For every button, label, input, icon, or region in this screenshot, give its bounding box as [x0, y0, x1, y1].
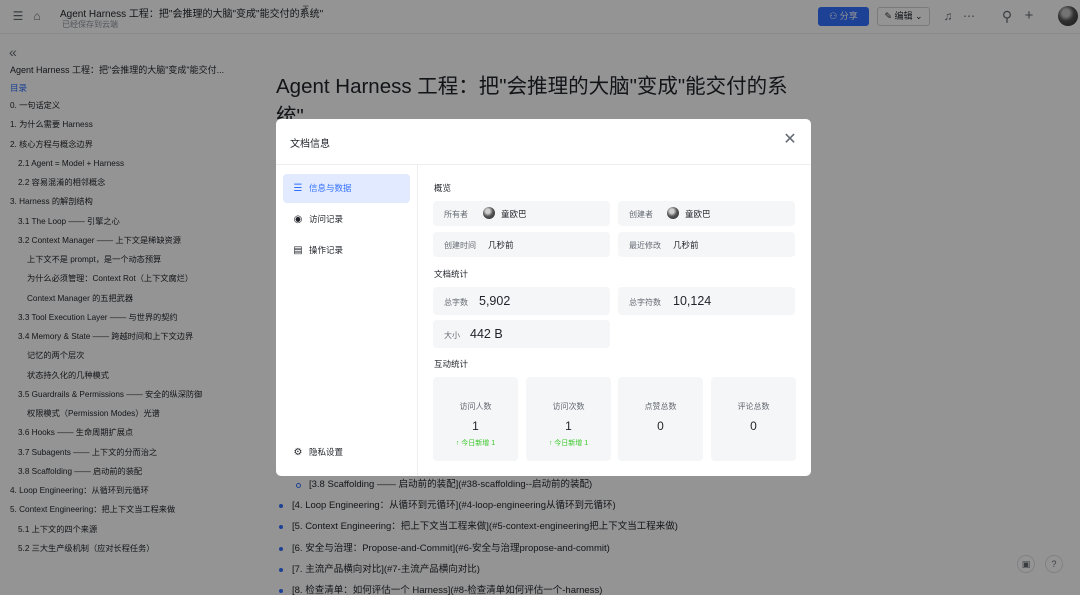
stat-today-delta: ↑ 今日新增 1: [548, 440, 589, 447]
stat-value: 0: [750, 419, 757, 433]
word-count-card: 总字数 5,902: [433, 287, 610, 315]
dialog-title: 文档信息: [290, 139, 330, 150]
word-count-label: 总字数: [444, 298, 468, 307]
size-label: 大小: [444, 331, 460, 340]
stat-label: 评论总数: [737, 402, 770, 411]
char-count-value: 10,124: [673, 294, 712, 308]
eye-icon: ◉: [293, 214, 303, 225]
stat-label: 点赞总数: [644, 402, 677, 411]
doc-info-dialog: 文档信息 ✕ ☰ 信息与数据 ◉ 访问记录 ▤ 操作记录 ⚙ 隐私设置 概览 所有者 童…: [276, 119, 811, 476]
owner-avatar[interactable]: [483, 207, 495, 219]
creator-label: 创建者: [629, 210, 653, 219]
stat-card-visits: 访问次数 1 ↑ 今日新增 1: [526, 377, 611, 461]
doc-stats-title: 文档统计: [434, 269, 469, 279]
stat-value: 1: [472, 419, 479, 433]
stat-card-comments: 评论总数 0: [711, 377, 796, 461]
dialog-nav: ☰ 信息与数据 ◉ 访问记录 ▤ 操作记录 ⚙ 隐私设置: [276, 165, 418, 476]
char-count-card: 总字符数 10,124: [618, 287, 795, 315]
size-card: 大小 442 B: [433, 320, 610, 348]
stat-today-delta: ↑ 今日新增 1: [455, 440, 496, 447]
stat-card-likes: 点赞总数 0: [618, 377, 703, 461]
creator-card: 创建者 童欧巴: [618, 201, 795, 226]
dialog-header: 文档信息 ✕: [276, 119, 811, 165]
stat-label: 访问次数: [552, 402, 585, 411]
close-icon[interactable]: ✕: [781, 131, 799, 149]
modified-time-value: 几秒前: [673, 240, 699, 250]
stat-card-visitors: 访问人数 1 ↑ 今日新增 1: [433, 377, 518, 461]
creator-name[interactable]: 童欧巴: [685, 208, 711, 220]
created-time-card: 创建时间 几秒前: [433, 232, 610, 257]
char-count-label: 总字符数: [629, 298, 661, 307]
creator-avatar[interactable]: [667, 207, 679, 219]
nav-operation-records[interactable]: ▤ 操作记录: [283, 236, 410, 265]
created-time-label: 创建时间: [444, 241, 476, 250]
stat-value: 1: [565, 419, 572, 433]
owner-label: 所有者: [444, 210, 468, 219]
modified-time-card: 最近修改 几秒前: [618, 232, 795, 257]
overview-title: 概览: [434, 183, 452, 193]
nav-privacy-settings[interactable]: ⚙ 隐私设置: [283, 438, 410, 467]
gear-icon: ⚙: [293, 447, 303, 458]
created-time-value: 几秒前: [488, 240, 514, 250]
modified-time-label: 最近修改: [629, 241, 661, 250]
history-icon: ▤: [293, 245, 303, 256]
owner-name[interactable]: 童欧巴: [501, 208, 527, 220]
dialog-content: 概览 所有者 童欧巴 创建者 童欧巴 创建时间 几秒前 最近修改 几秒前 文档统…: [418, 165, 811, 476]
nav-info-data[interactable]: ☰ 信息与数据: [283, 174, 410, 203]
list-icon: ☰: [293, 183, 303, 194]
nav-visit-records[interactable]: ◉ 访问记录: [283, 205, 410, 234]
size-value: 442 B: [470, 327, 503, 341]
stat-value: 0: [657, 419, 664, 433]
interaction-stats-title: 互动统计: [434, 359, 469, 369]
stat-label: 访问人数: [459, 402, 492, 411]
word-count-value: 5,902: [479, 294, 511, 308]
owner-card: 所有者 童欧巴: [433, 201, 610, 226]
